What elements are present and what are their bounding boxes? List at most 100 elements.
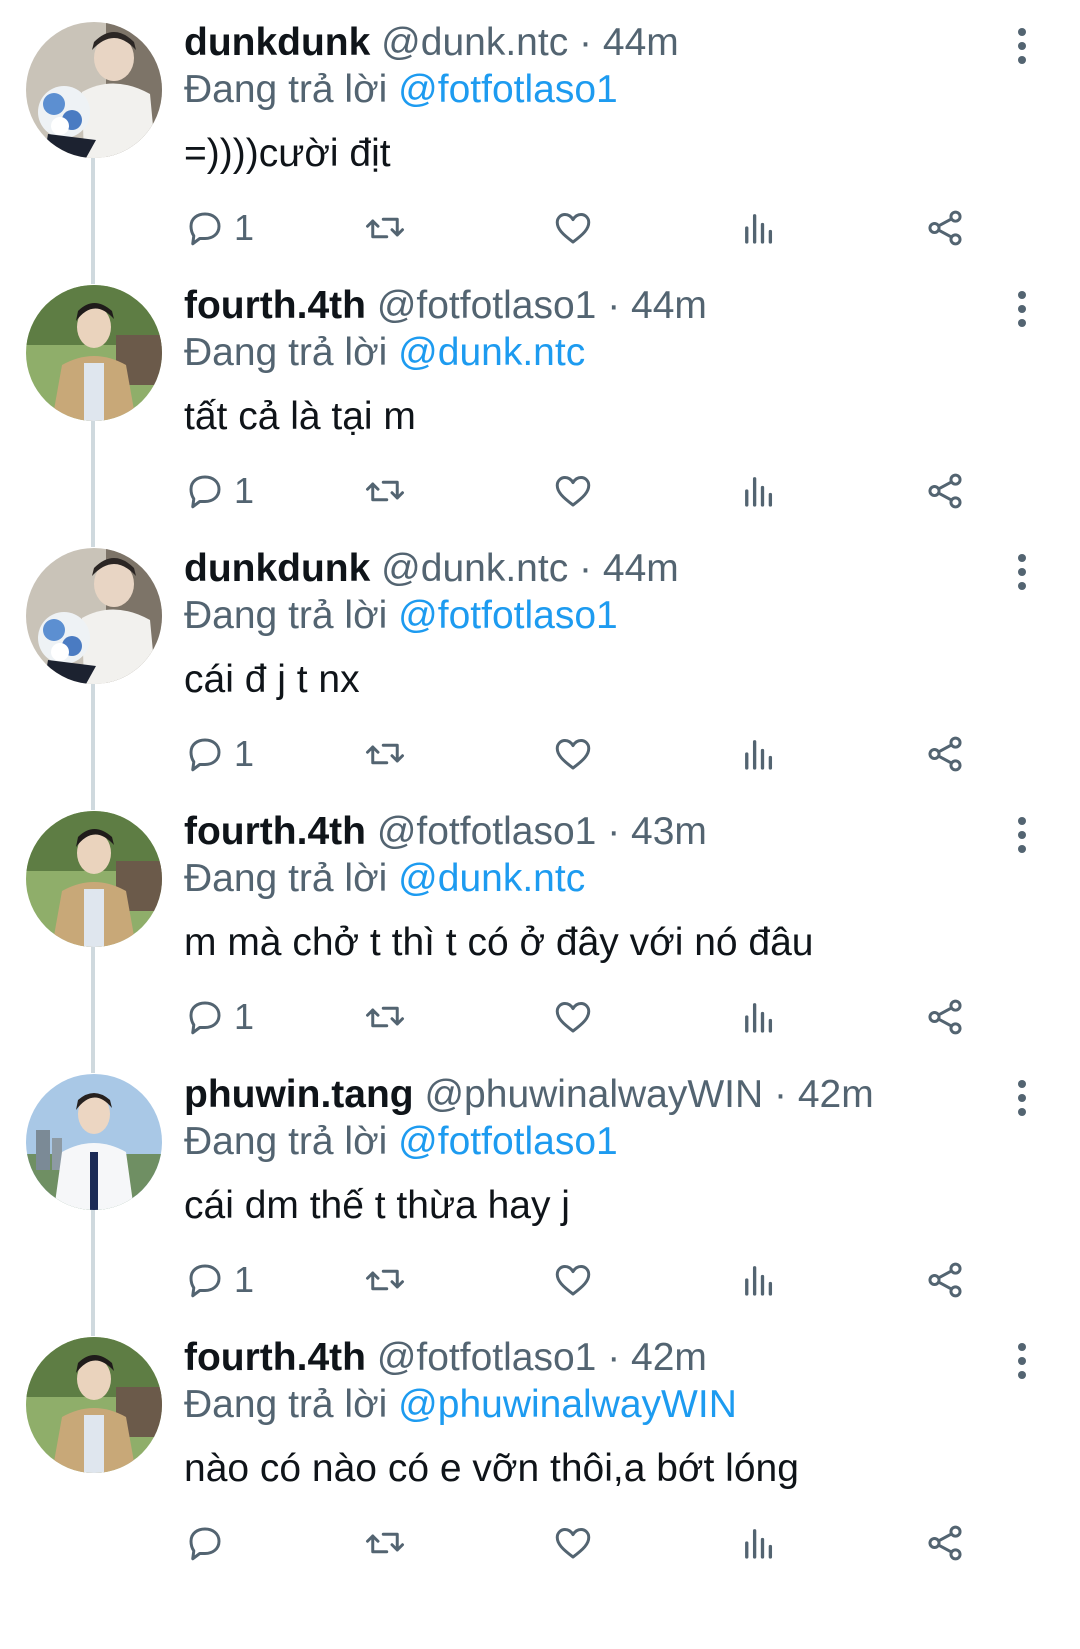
avatar-phuwin[interactable] (26, 1074, 162, 1210)
user-handle[interactable]: @phuwinalwayWIN (424, 1073, 763, 1116)
mention-link[interactable]: @fotfotlaso1 (398, 1120, 618, 1163)
tweet-text: m mà chở t thì t có ở đây với nó đâu (184, 921, 814, 964)
user-handle[interactable]: @dunk.ntc (381, 547, 568, 590)
views-chart-icon (745, 214, 773, 244)
reply-count: 1 (234, 207, 255, 248)
tweet[interactable]: dunkdunk @dunk.ntc · 44m Đang trả lời @f… (0, 421, 1080, 802)
avatar-fourth[interactable] (26, 285, 162, 421)
reply-button[interactable]: 1 (184, 991, 254, 1043)
mention-link[interactable]: @dunk.ntc (398, 331, 585, 374)
timestamp[interactable]: 44m (603, 547, 679, 590)
timestamp[interactable]: 44m (631, 284, 707, 327)
more-vertical-icon[interactable] (1010, 1080, 1034, 1120)
reply-button[interactable]: 1 (184, 1254, 254, 1306)
views-chart-icon (745, 1529, 773, 1559)
share-icon (928, 999, 962, 1035)
tweet-header: dunkdunk @dunk.ntc · 44m (184, 544, 679, 594)
reply-count: 1 (234, 1259, 255, 1300)
retweet-button[interactable] (364, 1254, 406, 1306)
views-button[interactable] (738, 728, 780, 780)
display-name[interactable]: fourth.4th (184, 810, 366, 853)
views-button[interactable] (738, 1254, 780, 1306)
retweet-button[interactable] (364, 202, 406, 254)
share-icon (928, 473, 962, 509)
heart-icon (555, 1002, 591, 1033)
timestamp[interactable]: 42m (798, 1073, 874, 1116)
retweet-button[interactable] (364, 465, 406, 517)
share-icon (928, 736, 962, 772)
timestamp[interactable]: 44m (603, 21, 679, 64)
more-vertical-icon[interactable] (1010, 28, 1034, 68)
avatar-dunk[interactable] (26, 22, 162, 158)
avatar-dunk[interactable] (26, 548, 162, 684)
more-vertical-icon[interactable] (1010, 1343, 1034, 1383)
tweet[interactable]: fourth.4th @fotfotlaso1 · 43m Đang trả l… (0, 684, 1080, 1065)
share-button[interactable] (924, 728, 966, 780)
tweet[interactable]: dunkdunk @dunk.ntc · 44m Đang trả lời @f… (0, 0, 1080, 276)
separator-dot: · (607, 284, 621, 327)
share-button[interactable] (924, 465, 966, 517)
tweet[interactable]: fourth.4th @fotfotlaso1 · 42m Đang trả l… (0, 1210, 1080, 1649)
like-button[interactable] (552, 465, 594, 517)
more-vertical-icon[interactable] (1010, 554, 1034, 594)
replying-to-label: Đang trả lời (184, 594, 388, 637)
tweet[interactable]: fourth.4th @fotfotlaso1 · 44m Đang trả l… (0, 158, 1080, 539)
tweet[interactable]: phuwin.tang @phuwinalwayWIN · 42m Đang t… (0, 947, 1080, 1328)
tweet-actions: 1 (184, 991, 1024, 1043)
avatar-fourth[interactable] (26, 811, 162, 947)
share-button[interactable] (924, 1517, 966, 1569)
share-button[interactable] (924, 202, 966, 254)
views-button[interactable] (738, 202, 780, 254)
reply-button[interactable]: 1 (184, 202, 254, 254)
display-name[interactable]: phuwin.tang (184, 1073, 414, 1116)
user-handle[interactable]: @fotfotlaso1 (377, 284, 597, 327)
timestamp[interactable]: 42m (631, 1336, 707, 1379)
mention-link[interactable]: @phuwinalwayWIN (398, 1383, 737, 1426)
display-name[interactable]: dunkdunk (184, 547, 370, 590)
share-button[interactable] (924, 1254, 966, 1306)
retweet-icon (366, 1006, 404, 1028)
views-button[interactable] (738, 465, 780, 517)
reply-button[interactable]: 1 (184, 465, 254, 517)
user-handle[interactable]: @fotfotlaso1 (377, 1336, 597, 1379)
user-handle[interactable]: @fotfotlaso1 (377, 810, 597, 853)
thread-line (91, 158, 95, 284)
more-vertical-icon[interactable] (1010, 817, 1034, 857)
tweet-actions: 1 (184, 202, 1024, 254)
tweet-actions: 1 (184, 465, 1024, 517)
views-button[interactable] (738, 1517, 780, 1569)
views-button[interactable] (738, 991, 780, 1043)
mention-link[interactable]: @fotfotlaso1 (398, 594, 618, 637)
display-name[interactable]: dunkdunk (184, 21, 370, 64)
separator-dot: · (607, 810, 621, 853)
replying-to: Đang trả lời @fotfotlaso1 (184, 66, 618, 114)
user-handle[interactable]: @dunk.ntc (381, 21, 568, 64)
display-name[interactable]: fourth.4th (184, 1336, 366, 1379)
retweet-icon (366, 743, 404, 765)
more-vertical-icon[interactable] (1010, 291, 1034, 331)
reply-button[interactable] (184, 1517, 234, 1569)
share-button[interactable] (924, 991, 966, 1043)
avatar-fourth[interactable] (26, 1337, 162, 1473)
like-button[interactable] (552, 728, 594, 780)
tweet-text: cái đ j t nx (184, 658, 360, 701)
like-button[interactable] (552, 1254, 594, 1306)
reply-button[interactable]: 1 (184, 728, 254, 780)
tweet-actions (184, 1517, 1024, 1569)
display-name[interactable]: fourth.4th (184, 284, 366, 327)
avatar-fourth-image (26, 285, 162, 421)
tweet-text: tất cả là tại m (184, 395, 416, 438)
reply-icon (189, 1264, 221, 1298)
replying-to-label: Đang trả lời (184, 331, 388, 374)
like-button[interactable] (552, 202, 594, 254)
retweet-button[interactable] (364, 991, 406, 1043)
mention-link[interactable]: @fotfotlaso1 (398, 68, 618, 111)
reply-icon (189, 212, 221, 246)
retweet-button[interactable] (364, 1517, 406, 1569)
timestamp[interactable]: 43m (631, 810, 707, 853)
reply-icon (189, 738, 221, 772)
like-button[interactable] (552, 1517, 594, 1569)
retweet-button[interactable] (364, 728, 406, 780)
mention-link[interactable]: @dunk.ntc (398, 857, 585, 900)
like-button[interactable] (552, 991, 594, 1043)
